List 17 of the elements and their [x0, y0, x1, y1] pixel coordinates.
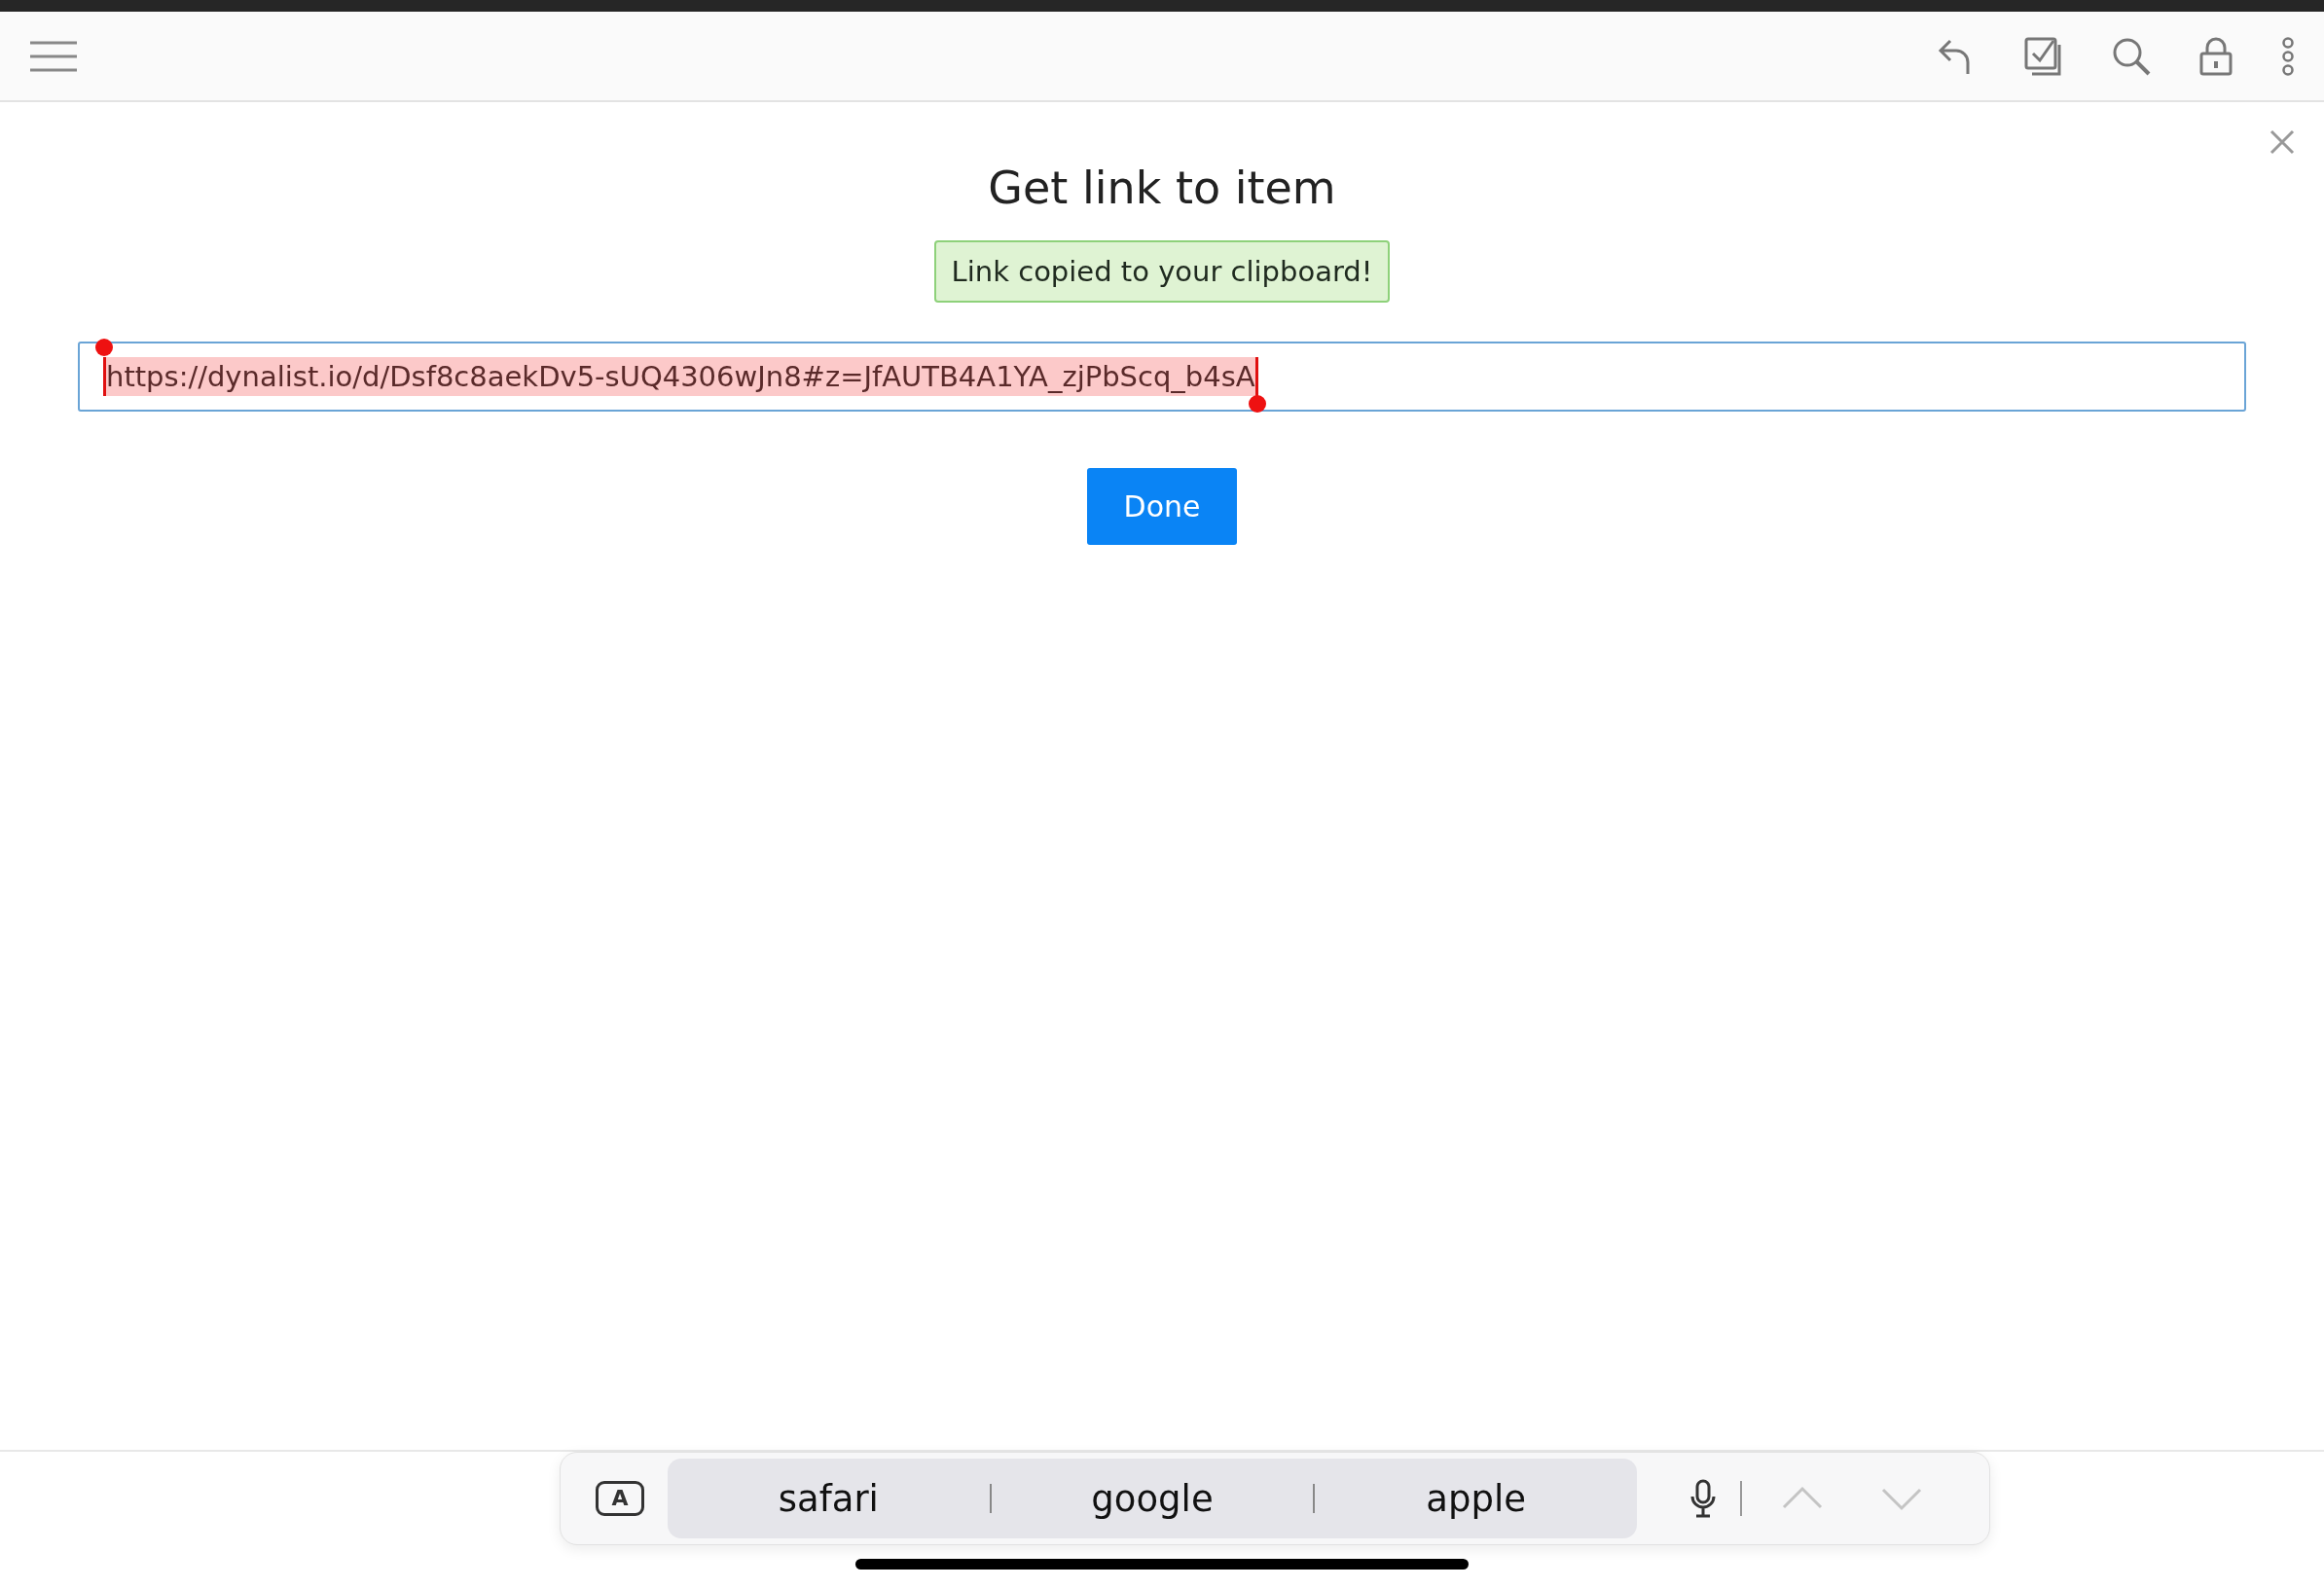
checklist-icon[interactable] [2024, 36, 2063, 76]
suggestion[interactable]: google [991, 1459, 1314, 1538]
close-icon[interactable] [2270, 129, 2295, 155]
microphone-icon[interactable] [1689, 1479, 1717, 1518]
more-icon[interactable] [2281, 36, 2295, 76]
lock-icon[interactable] [2199, 36, 2233, 76]
keyboard-key[interactable]: A [596, 1481, 644, 1516]
link-field[interactable]: https://dynalist.io/d/Dsf8c8aekDv5-sUQ4306wJn8#z=JfAUTB4A1YA_zjPbScq_b4sA [78, 342, 2246, 412]
copied-notice: Link copied to your clipboard! [933, 240, 1391, 303]
selection-handle[interactable] [1248, 395, 1266, 413]
selection-handle[interactable] [95, 339, 113, 356]
suggestion[interactable]: apple [1315, 1459, 1637, 1538]
menu-icon[interactable] [29, 40, 78, 72]
done-button[interactable]: Done [1086, 468, 1238, 545]
search-icon[interactable] [2112, 36, 2151, 76]
suggestion[interactable]: safari [668, 1459, 990, 1538]
dialog-title: Get link to item [988, 161, 1336, 215]
